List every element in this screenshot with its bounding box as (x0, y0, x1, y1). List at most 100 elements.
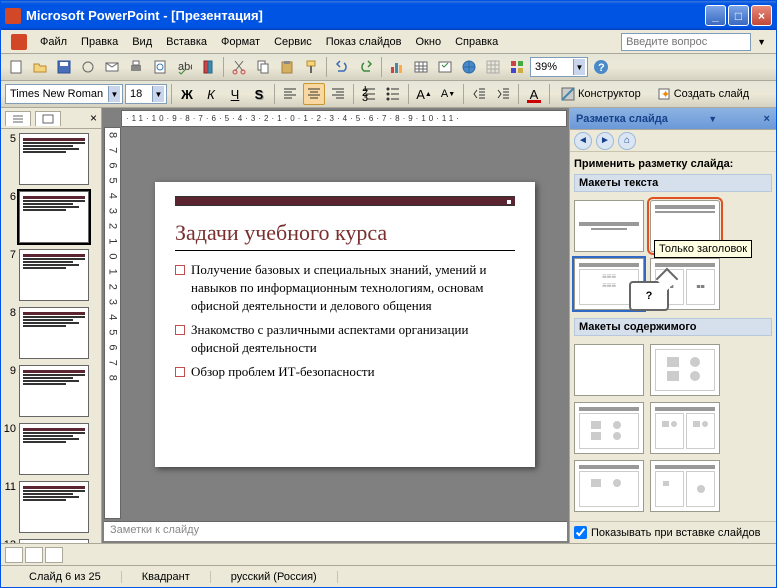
slide-bullet[interactable]: Знакомство с различными аспектами органи… (175, 321, 515, 357)
sorter-view-button[interactable] (25, 547, 43, 563)
underline-button[interactable]: Ч (224, 83, 246, 105)
current-slide[interactable]: Задачи учебного курса Получение базовых … (155, 182, 535, 467)
menu-insert[interactable]: Вставка (159, 33, 214, 51)
copy-button[interactable] (252, 56, 274, 78)
save-button[interactable] (53, 56, 75, 78)
redo-button[interactable] (355, 56, 377, 78)
content-layouts-section: Макеты содержимого (574, 318, 772, 336)
menu-format[interactable]: Формат (214, 33, 267, 51)
taskpane-forward-button[interactable]: ► (596, 132, 614, 150)
layout-title-slide[interactable] (574, 200, 644, 252)
taskpane-close-icon[interactable]: × (764, 113, 770, 125)
font-combo[interactable]: Times New Roman▼ (5, 84, 123, 104)
thumbs-close-icon[interactable]: × (90, 111, 97, 125)
zoom-combo[interactable]: 39%▼ (530, 57, 588, 77)
thumbnail-11[interactable] (19, 481, 89, 533)
increase-indent-button[interactable] (492, 83, 514, 105)
align-right-button[interactable] (327, 83, 349, 105)
undo-button[interactable] (331, 56, 353, 78)
slide-body[interactable]: Получение базовых и специальных знаний, … (175, 261, 515, 382)
slide-title[interactable]: Задачи учебного курса (175, 220, 515, 246)
italic-button[interactable]: К (200, 83, 222, 105)
notes-pane[interactable]: Заметки к слайду (104, 521, 567, 541)
new-button[interactable] (5, 56, 27, 78)
taskpane-back-button[interactable]: ◄ (574, 132, 592, 150)
paste-button[interactable] (276, 56, 298, 78)
thumbnail-9[interactable] (19, 365, 89, 417)
print-button[interactable] (125, 56, 147, 78)
horizontal-ruler[interactable]: ·11·10·9·8·7·6·5·4·3·2·1·0·1·2·3·4·5·6·7… (121, 110, 567, 127)
shadow-button[interactable]: S (248, 83, 270, 105)
taskpane-menu-icon[interactable]: ▼ (708, 114, 717, 124)
outline-tab[interactable] (5, 111, 31, 126)
menu-edit[interactable]: Правка (74, 33, 125, 51)
font-color-button[interactable]: A (523, 83, 545, 105)
layout-title-content-2[interactable] (574, 402, 644, 454)
align-center-button[interactable] (303, 83, 325, 105)
email-button[interactable] (101, 56, 123, 78)
thumbnail-8[interactable] (19, 307, 89, 359)
app-icon (5, 8, 21, 24)
status-master: Квадрант (122, 571, 211, 583)
help-dropdown-icon[interactable]: ▼ (751, 37, 772, 47)
menu-service[interactable]: Сервис (267, 33, 319, 51)
increase-font-button[interactable]: A▲ (413, 83, 435, 105)
menu-slideshow[interactable]: Показ слайдов (319, 33, 409, 51)
layout-content[interactable] (650, 344, 720, 396)
show-grid-button[interactable] (482, 56, 504, 78)
status-slide: Слайд 6 из 25 (9, 571, 122, 583)
thumbnail-5[interactable] (19, 133, 89, 185)
open-button[interactable] (29, 56, 51, 78)
thumbnail-7[interactable] (19, 249, 89, 301)
decrease-font-button[interactable]: A▼ (437, 83, 459, 105)
menu-help[interactable]: Справка (448, 33, 505, 51)
taskpane-home-button[interactable]: ⌂ (618, 132, 636, 150)
preview-button[interactable] (149, 56, 171, 78)
standard-toolbar: abc 39%▼ ? (1, 54, 776, 81)
insert-chart-button[interactable] (386, 56, 408, 78)
spellcheck-button[interactable]: abc (173, 56, 195, 78)
research-button[interactable] (197, 56, 219, 78)
show-on-insert-checkbox[interactable] (574, 526, 587, 539)
text-layouts-section: Макеты текста (574, 174, 772, 192)
vertical-ruler[interactable]: 8 7 6 5 4 3 2 1 0 1 2 3 4 5 6 7 8 (104, 127, 121, 519)
thumbnail-6[interactable] (19, 191, 89, 243)
help-search-input[interactable] (621, 33, 751, 51)
menu-view[interactable]: Вид (125, 33, 159, 51)
tables-borders-button[interactable] (434, 56, 456, 78)
bullets-button[interactable] (382, 83, 404, 105)
layout-tooltip: Только заголовок (654, 240, 752, 258)
layout-two-content-2[interactable] (650, 402, 720, 454)
insert-table-button[interactable] (410, 56, 432, 78)
svg-text:?: ? (598, 62, 605, 74)
bold-button[interactable]: Ж (176, 83, 198, 105)
numbering-button[interactable]: 123 (358, 83, 380, 105)
normal-view-button[interactable] (5, 547, 23, 563)
menu-file[interactable]: Файл (33, 33, 74, 51)
show-on-insert-label: Показывать при вставке слайдов (591, 527, 761, 539)
help-button[interactable]: ? (590, 56, 612, 78)
thumbnail-10[interactable] (19, 423, 89, 475)
fontsize-combo[interactable]: 18▼ (125, 84, 167, 104)
menu-window[interactable]: Окно (409, 33, 449, 51)
color-button[interactable] (506, 56, 528, 78)
slide-bullet[interactable]: Обзор проблем ИТ-безопасности (175, 363, 515, 381)
minimize-button[interactable]: _ (705, 5, 726, 26)
layout-comparison[interactable] (574, 460, 644, 512)
slide-bullet[interactable]: Получение базовых и специальных знаний, … (175, 261, 515, 316)
close-button[interactable]: × (751, 5, 772, 26)
slides-tab[interactable] (35, 111, 61, 126)
permission-button[interactable] (77, 56, 99, 78)
slideshow-view-button[interactable] (45, 547, 63, 563)
format-painter-button[interactable] (300, 56, 322, 78)
maximize-button[interactable]: □ (728, 5, 749, 26)
layout-four-content[interactable] (650, 460, 720, 512)
align-left-button[interactable] (279, 83, 301, 105)
cut-button[interactable] (228, 56, 250, 78)
new-slide-button[interactable]: ✦Создать слайд (650, 83, 756, 105)
insert-hyperlink-button[interactable] (458, 56, 480, 78)
designer-button[interactable]: Конструктор (554, 83, 648, 105)
window-title: Microsoft PowerPoint - [Презентация] (26, 8, 703, 23)
layout-blank[interactable] (574, 344, 644, 396)
decrease-indent-button[interactable] (468, 83, 490, 105)
